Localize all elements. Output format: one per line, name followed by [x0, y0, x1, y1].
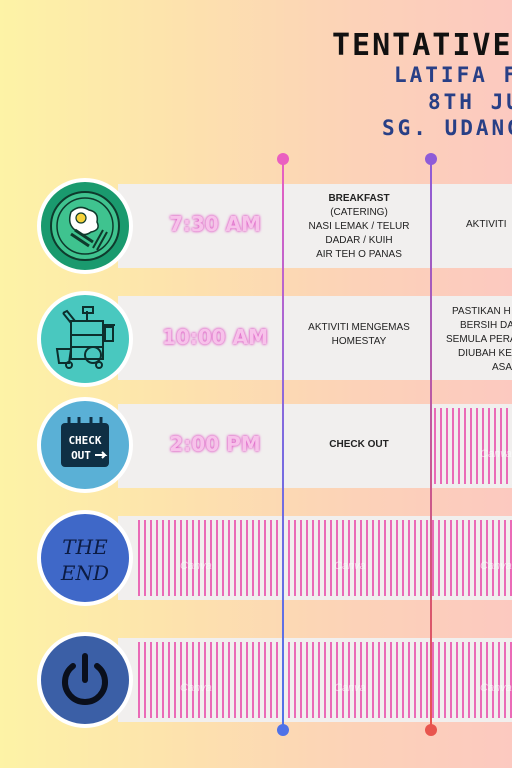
- activity-line: AKTIVITI MENGEMAS: [308, 322, 410, 333]
- timeline-dot: [277, 153, 289, 165]
- note-packing: PASTIKAN H BERSIH DA SEMULA PERA DIUBAH …: [440, 305, 512, 375]
- subtitle-location: SG. UDANG: [382, 116, 512, 140]
- timeline-line-right: [430, 160, 432, 730]
- striped-fill: [138, 642, 512, 718]
- subtitle-date: 8TH JU: [428, 90, 512, 114]
- watermark: Canva: [334, 682, 366, 694]
- time-label: 2:00 PM: [169, 432, 261, 456]
- watermark: Canva: [480, 560, 512, 572]
- watermark: Canva: [480, 682, 512, 694]
- note-line: PASTIKAN H: [452, 306, 511, 317]
- note-line: ASA: [492, 362, 512, 373]
- title-block: TENTATIVE LATIFA F 8TH JU SG. UDANG: [0, 0, 512, 150]
- activity-title: BREAKFAST: [328, 193, 390, 204]
- note-breakfast: AKTIVITI: [440, 218, 512, 232]
- timeline-line-left: [282, 160, 284, 730]
- note-line: DIUBAH KE: [458, 348, 512, 359]
- watermark: Canva: [180, 682, 212, 694]
- activity-breakfast: BREAKFAST (CATERING) NASI LEMAK / TELUR …: [292, 192, 426, 262]
- striped-fill: [434, 408, 512, 484]
- cleaning-cart-icon: [37, 291, 133, 387]
- activity-line: (CATERING): [330, 207, 388, 218]
- time-label: 10:00 AM: [161, 325, 268, 349]
- svg-text:CHECK: CHECK: [68, 434, 101, 447]
- activity-line: HOMESTAY: [331, 336, 387, 347]
- subtitle-name: LATIFA F: [394, 63, 512, 87]
- striped-fill: [138, 520, 512, 596]
- timeline-dot: [425, 724, 437, 736]
- the-end-text: END: [60, 561, 109, 585]
- activity-line: NASI LEMAK / TELUR: [308, 221, 410, 232]
- activity-checkout: CHECK OUT: [292, 438, 426, 452]
- watermark: Canva: [480, 448, 512, 460]
- time-label: 7:30 AM: [168, 212, 262, 236]
- activity-line: AIR TEH O PANAS: [316, 249, 402, 260]
- note-line: BERSIH DA: [460, 320, 512, 331]
- activity-packing: AKTIVITI MENGEMAS HOMESTAY: [292, 321, 426, 349]
- svg-text:OUT: OUT: [71, 449, 91, 462]
- note-line: SEMULA PERA: [446, 334, 512, 345]
- the-end-icon: THE END: [37, 510, 133, 606]
- timeline-dot: [425, 153, 437, 165]
- note-line: AKTIVITI: [466, 219, 507, 230]
- activity-title: CHECK OUT: [329, 439, 389, 450]
- check-out-icon: CHECK OUT: [37, 397, 133, 493]
- the-end-text: THE: [62, 535, 108, 559]
- watermark: Canva: [180, 560, 212, 572]
- watermark: Canva: [334, 560, 366, 572]
- title: TENTATIVE: [332, 28, 512, 63]
- power-icon: [37, 632, 133, 728]
- breakfast-icon: [37, 178, 133, 274]
- timeline-dot: [277, 724, 289, 736]
- activity-line: DADAR / KUIH: [325, 235, 393, 246]
